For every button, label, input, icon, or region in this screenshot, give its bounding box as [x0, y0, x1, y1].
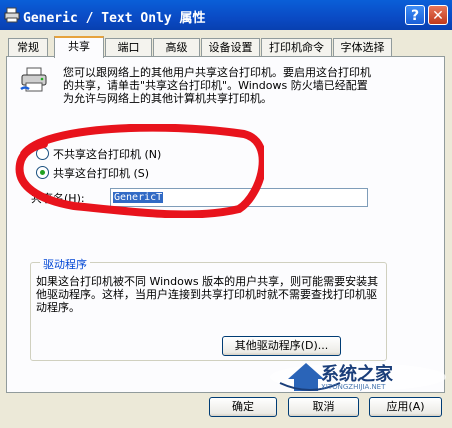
- no-share-label: 不共享这台打印机 (N): [53, 148, 162, 161]
- share-name-label: 共享名(H):: [31, 192, 85, 205]
- no-share-radio[interactable]: 不共享这台打印机 (N): [36, 147, 161, 163]
- ok-button[interactable]: 确定: [209, 397, 277, 417]
- tab-general[interactable]: 常规: [8, 38, 48, 56]
- sharing-info-text: 您可以跟网络上的其他用户共享这台打印机。要启用这台打印机的共享，请单击"共享这台…: [63, 66, 371, 105]
- share-name-value: GenericT: [113, 192, 164, 203]
- drivers-description: 如果这台打印机被不同 Windows 版本的用户共享，则可能需要安装其他驱动程序…: [36, 275, 379, 314]
- other-drivers-button[interactable]: 其他驱动程序(D)...: [222, 336, 341, 356]
- close-button[interactable]: ✕: [428, 5, 448, 25]
- cancel-button[interactable]: 取消: [288, 397, 359, 417]
- radio-circle-checked[interactable]: [36, 166, 49, 179]
- tab-sharing[interactable]: 共享: [54, 36, 104, 58]
- tab-ports[interactable]: 端口: [105, 38, 152, 56]
- radio-circle[interactable]: [36, 147, 49, 160]
- tab-advanced[interactable]: 高级: [153, 38, 200, 56]
- tab-device-settings[interactable]: 设备设置: [201, 38, 260, 56]
- printer-title-icon: [4, 7, 20, 23]
- share-radio[interactable]: 共享这台打印机 (S): [36, 166, 149, 182]
- share-label: 共享这台打印机 (S): [53, 167, 150, 180]
- tab-font-selection[interactable]: 字体选择: [333, 38, 392, 56]
- window-title: Generic / Text Only 属性: [23, 11, 206, 26]
- watermark-subtext: XITONGZHIJIA.NET: [321, 383, 386, 391]
- tab-printer-commands[interactable]: 打印机命令: [261, 38, 332, 56]
- share-name-input[interactable]: GenericT: [110, 188, 368, 207]
- printer-icon: [20, 67, 47, 92]
- apply-button[interactable]: 应用(A): [369, 397, 442, 417]
- title-bar[interactable]: Generic / Text Only 属性 ? ✕: [0, 0, 452, 30]
- help-button[interactable]: ?: [405, 5, 425, 25]
- drivers-group-title: 驱动程序: [40, 256, 90, 272]
